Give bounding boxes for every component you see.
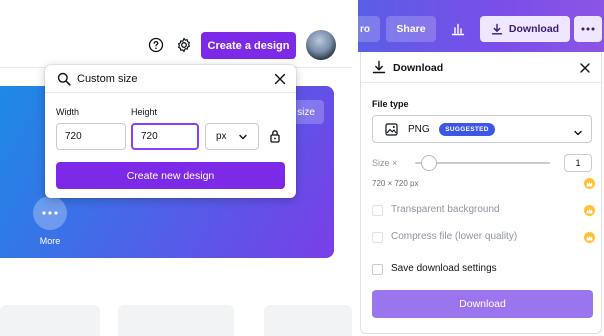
more-button[interactable] <box>33 196 67 230</box>
insights-icon <box>451 23 465 36</box>
download-icon <box>491 23 503 35</box>
transparent-background-label: Transparent background <box>391 204 500 215</box>
more-label: More <box>39 236 61 246</box>
avatar[interactable] <box>306 30 336 60</box>
custom-size-popup: Width Height px Create new design <box>45 65 296 198</box>
pro-button[interactable]: ro <box>358 16 380 42</box>
height-field[interactable] <box>131 123 199 150</box>
design-thumbnail[interactable] <box>0 305 100 336</box>
compress-file-checkbox[interactable] <box>372 232 383 243</box>
help-icon[interactable] <box>146 35 166 55</box>
unit-value: px <box>216 131 227 142</box>
search-row <box>45 65 296 93</box>
file-type-value: PNG <box>408 124 430 135</box>
download-panel: Download File type PNG SUGGESTED Size × … <box>360 52 603 334</box>
search-input[interactable] <box>77 70 257 88</box>
panel-divider <box>361 82 603 83</box>
more-icon <box>581 27 595 31</box>
create-new-design-button[interactable]: Create new design <box>56 162 285 189</box>
crown-icon <box>584 232 595 243</box>
save-download-settings-checkbox[interactable] <box>372 264 383 275</box>
share-button[interactable]: Share <box>386 16 436 42</box>
panel-title: Download <box>393 62 444 74</box>
more-icon <box>42 211 58 215</box>
insights-button[interactable] <box>442 16 474 42</box>
editor-pane: ro Share Download Download File type PNG… <box>358 0 604 336</box>
close-icon[interactable] <box>579 61 591 73</box>
crown-icon <box>584 205 595 216</box>
design-thumbnail[interactable] <box>264 305 352 336</box>
size-slider-handle[interactable] <box>420 155 437 171</box>
chevron-down-icon <box>573 125 583 136</box>
save-download-settings-label: Save download settings <box>391 263 497 274</box>
lock-icon[interactable] <box>268 128 282 144</box>
size-value-field[interactable]: 1 <box>564 154 592 172</box>
crown-icon <box>584 178 595 189</box>
close-icon[interactable] <box>273 72 287 86</box>
design-thumbnail[interactable] <box>118 305 234 336</box>
file-type-label: File type <box>372 99 409 109</box>
download-button[interactable]: Download <box>372 290 593 318</box>
unit-select[interactable]: px <box>205 123 259 150</box>
download-icon <box>372 60 386 74</box>
dimensions-text: 720 × 720 px <box>372 179 419 188</box>
download-menu-button[interactable]: Download <box>480 16 570 42</box>
chevron-down-icon <box>239 134 247 139</box>
download-menu-label: Download <box>508 23 560 35</box>
search-icon <box>57 72 71 86</box>
transparent-background-checkbox[interactable] <box>372 205 383 216</box>
file-type-select[interactable]: PNG SUGGESTED <box>372 115 592 143</box>
width-field[interactable] <box>56 123 126 150</box>
suggested-badge: SUGGESTED <box>439 123 495 136</box>
create-design-button[interactable]: Create a design <box>201 32 296 59</box>
size-label: Size × <box>372 158 398 168</box>
height-label: Height <box>131 107 158 117</box>
settings-icon[interactable] <box>174 35 194 55</box>
compress-file-label: Compress file (lower quality) <box>391 231 518 242</box>
width-label: Width <box>56 107 80 117</box>
more-options-button[interactable] <box>574 16 602 42</box>
image-icon <box>385 123 398 136</box>
home-page: Create a design size More Width Height p… <box>0 0 352 336</box>
